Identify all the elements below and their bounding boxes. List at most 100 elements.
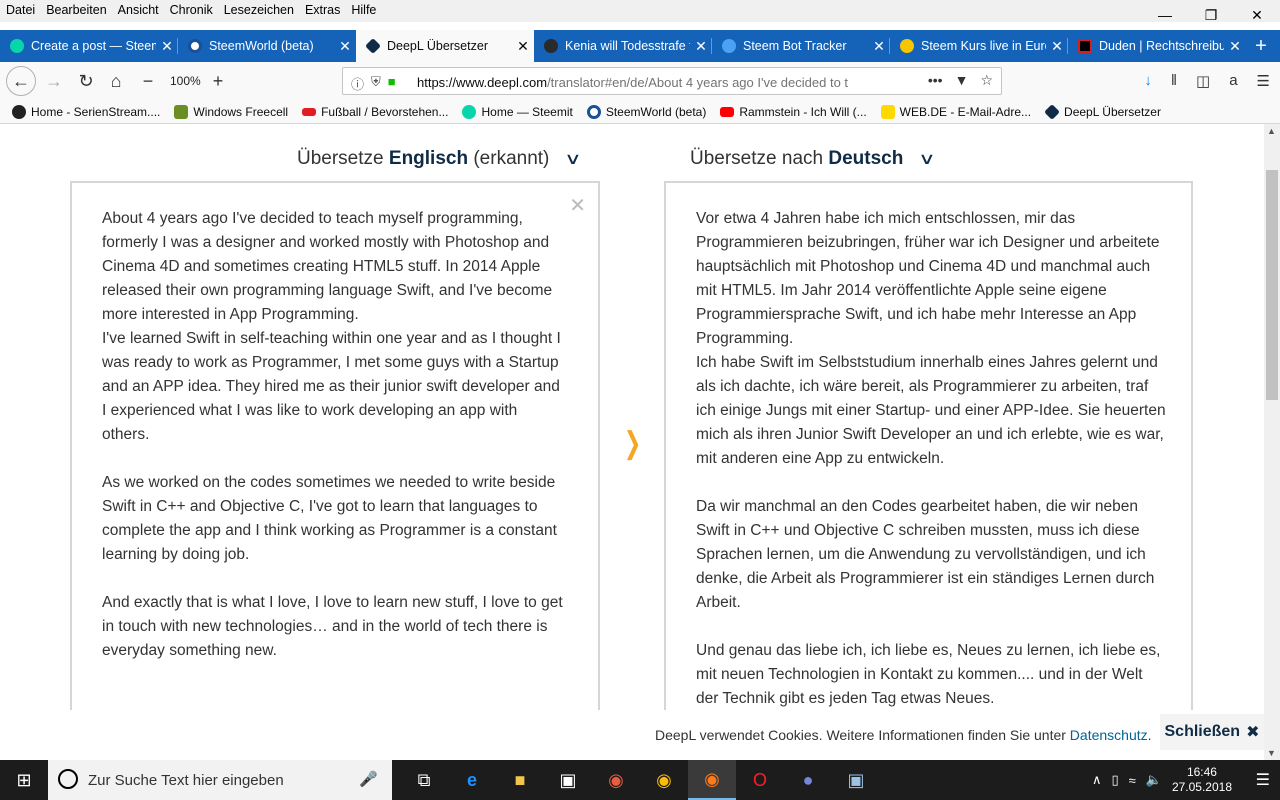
firefox-icon[interactable]: ◉ xyxy=(688,760,736,800)
page-actions-icon[interactable]: ••• xyxy=(928,72,943,89)
bookmark-rammstein[interactable]: Rammstein - Ich Will (... xyxy=(720,105,867,119)
cards-icon xyxy=(174,104,189,119)
menu-bearbeiten[interactable]: Bearbeiten xyxy=(46,3,106,17)
bookmark-deepl[interactable]: DeepL Übersetzer xyxy=(1044,103,1161,120)
sidebar-icon[interactable]: ◫ xyxy=(1196,72,1210,90)
url-text[interactable]: https://www.deepl.com/translator#en/de/A… xyxy=(417,75,917,90)
download-icon[interactable]: ↓ xyxy=(1144,72,1152,90)
close-tab-icon[interactable]: ✕ xyxy=(690,38,712,55)
clock-date: 27.05.2018 xyxy=(1171,780,1232,794)
store-icon[interactable]: ▣ xyxy=(544,760,592,800)
pocket-icon[interactable]: ▼ xyxy=(955,72,969,89)
wifi-icon[interactable]: ≈ xyxy=(1129,773,1136,788)
close-window-icon[interactable]: ✕ xyxy=(1234,0,1280,30)
target-text-panel[interactable]: Vor etwa 4 Jahren habe ich mich entschlo… xyxy=(664,181,1193,760)
chrome-icon[interactable]: ◉ xyxy=(640,760,688,800)
minimize-icon[interactable]: — xyxy=(1142,0,1188,30)
zoom-out-icon[interactable]: − xyxy=(134,67,162,95)
privacy-link[interactable]: Datenschutz xyxy=(1070,727,1148,743)
hamburger-menu-icon[interactable]: ☰ xyxy=(1257,72,1270,90)
info-icon[interactable]: ⓘ xyxy=(351,74,364,93)
back-icon[interactable]: ← xyxy=(6,66,36,96)
menu-extras[interactable]: Extras xyxy=(305,3,340,17)
lock-icon[interactable]: ■ xyxy=(388,74,396,93)
zoom-in-icon[interactable]: + xyxy=(204,67,232,95)
tab-duden[interactable]: Duden | Rechtschreibung ✕ xyxy=(1068,30,1246,62)
microphone-icon[interactable]: 🎤 xyxy=(359,770,378,788)
explorer-icon[interactable]: ■ xyxy=(496,760,544,800)
tab-kenia[interactable]: Kenia will Todesstrafe für ✕ xyxy=(534,30,712,62)
restore-icon[interactable]: ❐ xyxy=(1188,0,1234,30)
nav-toolbar: ← → ↻ ⌂ − 100% + ⓘ ⛨ ■ https://www.deepl… xyxy=(0,62,1280,100)
cookie-suffix: . xyxy=(1147,727,1152,743)
scroll-down-icon[interactable]: ▼ xyxy=(1267,748,1276,758)
bookmark-star-icon[interactable]: ☆ xyxy=(980,72,993,89)
menu-ansicht[interactable]: Ansicht xyxy=(118,3,159,17)
target-paragraph: Und genau das liebe ich, ich liebe es, N… xyxy=(696,642,1161,707)
menu-lesezeichen[interactable]: Lesezeichen xyxy=(224,3,294,17)
new-tab-icon[interactable]: + xyxy=(1248,30,1274,62)
shield-icon[interactable]: ⛨ xyxy=(371,74,381,93)
close-tab-icon[interactable]: ✕ xyxy=(512,38,534,55)
menu-chronik[interactable]: Chronik xyxy=(170,3,213,17)
tab-steem-kurs[interactable]: Steem Kurs live in Euro ✕ xyxy=(890,30,1068,62)
bookmark-steemworld[interactable]: SteemWorld (beta) xyxy=(586,104,706,119)
edge-icon[interactable]: e xyxy=(448,760,496,800)
close-tab-icon[interactable]: ✕ xyxy=(334,38,356,55)
windows-start-icon[interactable]: ⊞ xyxy=(0,760,48,800)
source-paragraph: And exactly that is what I love, I love … xyxy=(102,594,563,659)
close-tab-icon[interactable]: ✕ xyxy=(1224,38,1246,55)
bookmark-serienstream[interactable]: Home - SerienStream.... xyxy=(12,104,161,119)
taskbar-clock[interactable]: 16:46 27.05.2018 xyxy=(1172,765,1232,795)
bookmark-steemit[interactable]: Home — Steemit xyxy=(462,104,573,119)
chevron-down-icon[interactable]: ∨ xyxy=(918,149,936,169)
task-view-icon[interactable]: ⧉ xyxy=(400,760,448,800)
close-tab-icon[interactable]: ✕ xyxy=(868,38,890,55)
target-language-selector[interactable]: Übersetze nach Deutsch ∨ xyxy=(690,148,935,170)
tab-steemworld[interactable]: SteemWorld (beta) ✕ xyxy=(178,30,356,62)
clear-text-icon[interactable]: ✕ xyxy=(569,193,586,218)
source-text-panel[interactable]: ✕ About 4 years ago I've decided to teac… xyxy=(70,181,600,760)
bookmark-label: WEB.DE - E-Mail-Adre... xyxy=(899,104,1032,119)
page-scrollbar[interactable]: ▲ ▼ xyxy=(1264,124,1280,760)
opera-icon[interactable]: O xyxy=(736,760,784,800)
menu-hilfe[interactable]: Hilfe xyxy=(351,3,376,17)
bookmark-fussball[interactable]: Fußball / Bevorstehen... xyxy=(302,105,448,119)
tab-steem-bot-tracker[interactable]: Steem Bot Tracker ✕ xyxy=(712,30,890,62)
reload-icon[interactable]: ↻ xyxy=(72,67,100,95)
tab-deepl[interactable]: DeepL Übersetzer ✕ xyxy=(356,30,534,62)
close-tab-icon[interactable]: ✕ xyxy=(1046,38,1068,55)
forward-icon[interactable]: → xyxy=(40,67,68,95)
source-textarea[interactable]: About 4 years ago I've decided to teach … xyxy=(102,207,564,663)
amazon-icon[interactable]: a xyxy=(1229,72,1237,90)
notification-icon[interactable]: ☰ xyxy=(1256,770,1270,790)
target-textarea[interactable]: Vor etwa 4 Jahren habe ich mich entschlo… xyxy=(696,207,1166,711)
volume-icon[interactable]: 🔈 xyxy=(1146,772,1162,788)
zoom-level[interactable]: 100% xyxy=(170,74,201,88)
ccleaner-icon[interactable]: ◉ xyxy=(592,760,640,800)
url-bar[interactable]: ⓘ ⛨ ■ https://www.deepl.com/translator#e… xyxy=(342,67,1002,95)
battery-icon[interactable]: ▯ xyxy=(1111,772,1118,788)
paint-icon[interactable]: ▣ xyxy=(832,760,880,800)
tab-steemit-post[interactable]: Create a post — Steemit ✕ xyxy=(0,30,178,62)
menu-datei[interactable]: Datei xyxy=(6,3,35,17)
home-icon[interactable]: ⌂ xyxy=(102,67,130,95)
scroll-up-icon[interactable]: ▲ xyxy=(1267,126,1276,136)
url-actions: ••• ▼ ☆ xyxy=(928,72,993,89)
chevron-down-icon[interactable]: ∨ xyxy=(564,149,582,169)
cookie-close-button[interactable]: Schließen ✖ xyxy=(1160,714,1264,750)
bookmark-label: Home - SerienStream.... xyxy=(31,104,161,119)
source-language-selector[interactable]: Übersetze Englisch (erkannt) ∨ xyxy=(297,148,581,170)
bookmark-freecell[interactable]: Windows Freecell xyxy=(174,104,288,119)
page-content: Übersetze Englisch (erkannt) ∨ Übersetze… xyxy=(0,124,1264,760)
close-tab-icon[interactable]: ✕ xyxy=(156,38,178,55)
target-prefix: Übersetze nach xyxy=(690,148,824,169)
discord-icon[interactable]: ● xyxy=(784,760,832,800)
bookmark-webde[interactable]: WEB.DE - E-Mail-Adre... xyxy=(880,104,1032,119)
chevron-up-icon[interactable]: ∧ xyxy=(1092,772,1102,788)
library-icon[interactable]: ‖ xyxy=(1171,72,1177,90)
scrollbar-thumb[interactable] xyxy=(1266,170,1278,400)
bookmark-label: Fußball / Bevorstehen... xyxy=(321,104,449,119)
live-icon xyxy=(302,107,317,116)
taskbar-search[interactable]: Zur Suche Text hier eingeben 🎤 xyxy=(48,760,392,800)
